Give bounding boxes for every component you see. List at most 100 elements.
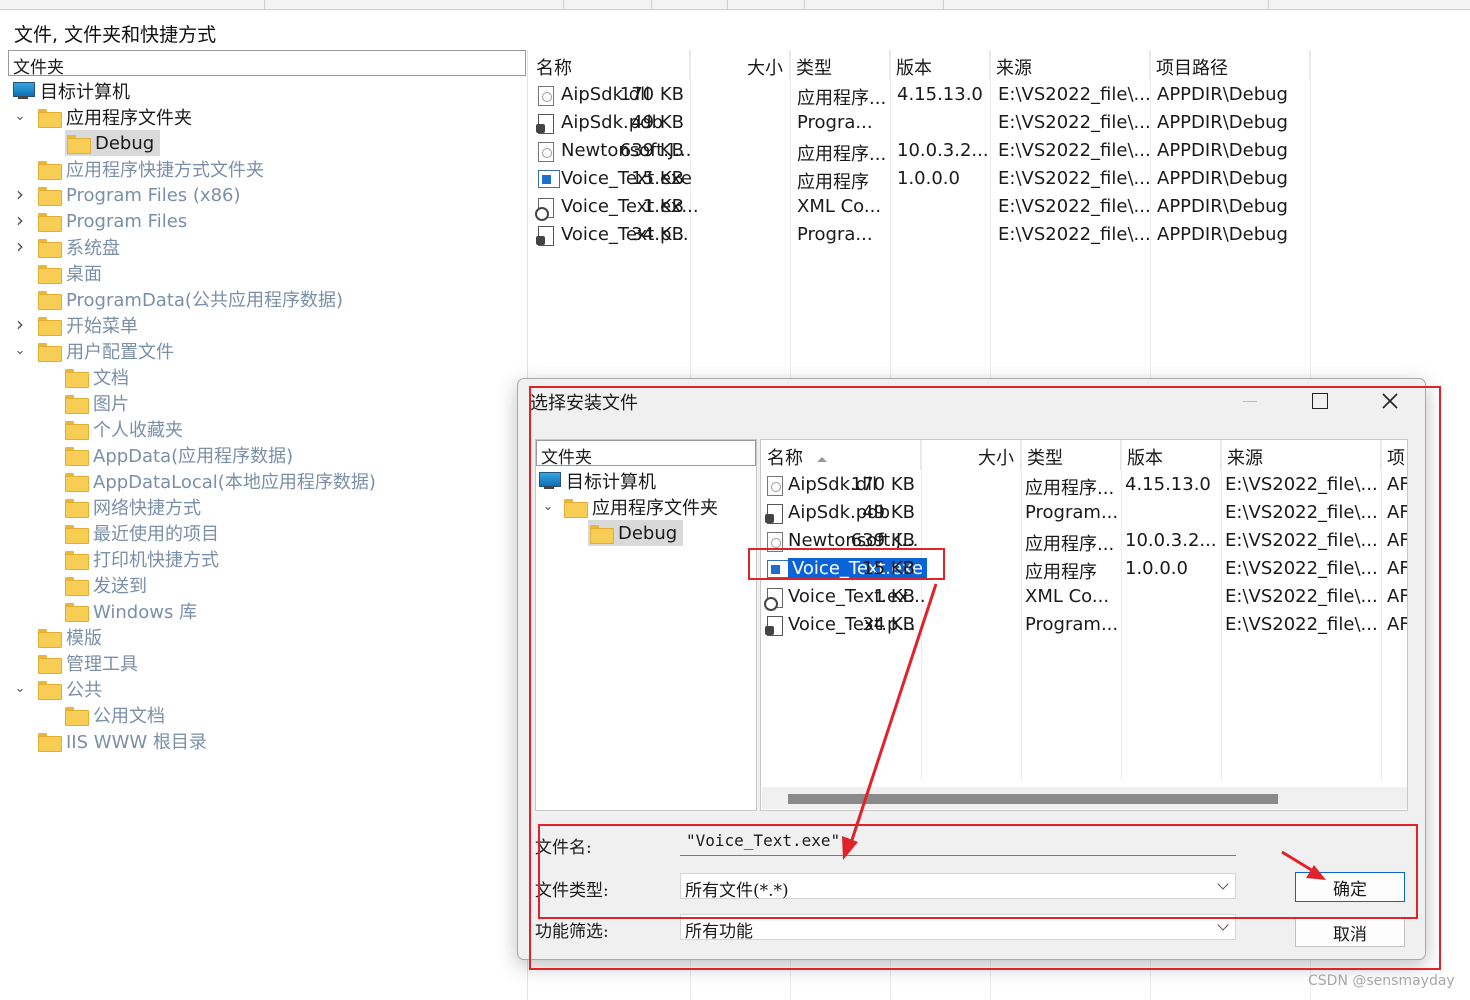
tree-item[interactable]: 打印机快捷方式 [65,546,219,572]
file-row[interactable]: Newtonsoft.J... 639 KB 应用程序... 10.0.3.2... E… [530,137,1310,165]
chevron-right-icon[interactable]: › [12,210,28,230]
column-header-col-path[interactable]: 项目路径 [1150,50,1310,80]
folder-icon [38,732,62,752]
tree-item-label: 公共 [66,680,102,701]
folder-icon [38,212,62,232]
tree-item[interactable]: 发送到 [65,572,147,598]
chevron-right-icon[interactable]: › [12,314,28,334]
tree-item-label: 系统盘 [66,238,120,259]
tree-item[interactable]: 文档 [65,364,129,390]
tree-item-label: 应用程序文件夹 [66,108,192,129]
folder-icon [65,368,89,388]
tree-item-label: Program Files [66,210,188,232]
tree-item[interactable]: 公用文档 [65,702,165,728]
file-source-cell: E:\VS2022_file\... [998,84,1151,105]
tree-item[interactable]: IIS WWW 根目录 [38,728,207,754]
chevron-down-icon[interactable]: ⌄ [12,343,28,359]
folder-icon [65,576,89,596]
file-size-cell: 49 KB [631,112,684,133]
column-header-col-name[interactable]: 名称 [530,50,690,80]
file-size-cell: 34 KB [631,224,684,245]
column-header-col-source[interactable]: 来源 [990,50,1150,80]
tree-item-label: 开始菜单 [66,316,138,337]
file-row[interactable]: Voice_Text.ex... 1 KB XML Co... E:\VS2022_f… [530,193,1310,221]
file-size-cell: 639 KB [619,140,684,161]
column-header-col-size[interactable]: 大小 [690,50,790,80]
tree-item[interactable]: ⌄ 应用程序文件夹 [15,104,192,130]
file-source-cell: E:\VS2022_file\... [998,196,1151,217]
column-header-col-type[interactable]: 类型 [790,50,890,80]
tree-item[interactable]: 管理工具 [38,650,138,676]
top-toolbar-strip [0,0,1470,10]
folder-icon [65,420,89,440]
tree-item[interactable]: AppData(应用程序数据) [65,442,293,468]
tree-item[interactable]: 目标计算机 [12,78,130,104]
tree-item[interactable]: 模版 [38,624,102,650]
tree-item[interactable]: ⌄ 用户配置文件 [15,338,174,364]
file-path-cell: APPDIR\Debug [1157,84,1288,105]
tree-item-label: 目标计算机 [40,82,130,103]
tree-item-label: 网络快捷方式 [93,498,201,519]
folder-icon [38,316,62,336]
folder-icon [65,498,89,518]
tree-item-label: 最近使用的项目 [93,524,219,545]
tree-item-label: 公用文档 [93,706,165,727]
folder-icon [65,524,89,544]
tree-item-label: AppData(应用程序数据) [93,446,294,467]
file-row[interactable]: AipSdk.pdb 49 KB Progra... E:\VS2022_file\.… [530,109,1310,137]
tree-item-label: 发送到 [93,576,147,597]
tree-item[interactable]: Debug [65,130,161,156]
file-path-cell: APPDIR\Debug [1157,140,1288,161]
tree-item[interactable]: 图片 [65,390,129,416]
tree-item[interactable]: › 开始菜单 [16,312,138,338]
tree-item-label: 模版 [66,628,102,649]
tree-item[interactable]: Windows 库 [65,598,197,624]
folder-icon [38,680,62,700]
folder-icon [38,654,62,674]
folder-icon [65,550,89,570]
tree-item[interactable]: › Program Files (x86) [16,182,241,208]
file-type-cell: 应用程序... [797,88,887,109]
tree-item[interactable]: › Program Files [16,208,188,234]
file-row[interactable]: AipSdk.dll 170 KB 应用程序... 4.15.13.0 E:\VS202… [530,81,1310,109]
column-header-col-version[interactable]: 版本 [890,50,990,80]
annotation-selected-file-box [748,548,945,580]
file-size-cell: 15 KB [631,168,684,189]
folder-icon [38,342,62,362]
tree-item-label: ProgramData(公共应用程序数据) [66,290,343,311]
chevron-right-icon[interactable]: › [12,236,28,256]
tree-item[interactable]: ⌄ 公共 [15,676,102,702]
folder-icon [38,160,62,180]
folder-icon [38,290,62,310]
chevron-down-icon[interactable]: ⌄ [12,109,28,125]
folder-icon [38,628,62,648]
tree-item[interactable]: 应用程序快捷方式文件夹 [38,156,264,182]
file-row[interactable]: Voice_Text.p... 34 KB Progra... E:\VS2022_f… [530,221,1310,249]
file-row[interactable]: Voice_Text.exe 15 KB 应用程序 1.0.0.0 E:\VS2022_… [530,165,1310,193]
file-type-cell: 应用程序... [797,144,887,165]
annotation-form-box [538,824,1418,919]
file-version-cell: 4.15.13.0 [897,84,983,105]
tree-item[interactable]: 桌面 [38,260,102,286]
page-title: 文件, 文件夹和快捷方式 [14,24,217,46]
tree-item[interactable]: AppDataLocal(本地应用程序数据) [65,468,376,494]
chevron-right-icon[interactable]: › [12,184,28,204]
chevron-down-icon[interactable]: ⌄ [12,681,28,697]
tree-item[interactable]: ProgramData(公共应用程序数据) [38,286,343,312]
file-source-cell: E:\VS2022_file\... [998,168,1151,189]
tree-item[interactable]: › 系统盘 [16,234,120,260]
folder-icon [65,446,89,466]
tree-item-label: Debug [95,132,155,154]
file-source-cell: E:\VS2022_file\... [998,140,1151,161]
tree-item-label: Windows 库 [93,602,198,623]
file-path-cell: APPDIR\Debug [1157,196,1288,217]
tree-item[interactable]: 个人收藏夹 [65,416,183,442]
tree-item[interactable]: 网络快捷方式 [65,494,201,520]
tree-item[interactable]: 最近使用的项目 [65,520,219,546]
folder-icon [65,472,89,492]
computer-icon [12,82,35,100]
tree-item-label: 管理工具 [66,654,138,675]
tree-item-label: 图片 [93,394,129,415]
folder-icon [65,394,89,414]
tree-item-label: 个人收藏夹 [93,420,183,441]
